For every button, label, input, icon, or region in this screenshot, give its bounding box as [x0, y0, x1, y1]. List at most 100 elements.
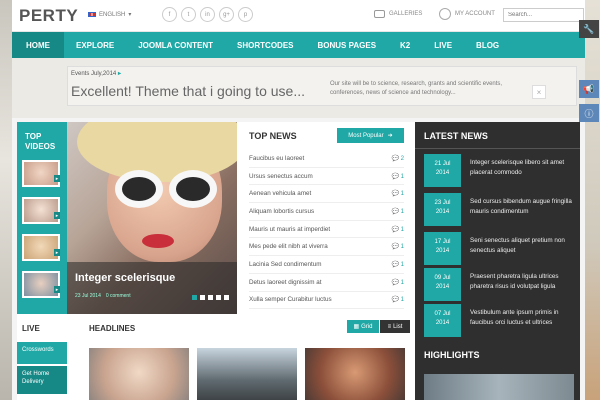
wrench-icon[interactable]: 🔧 [579, 20, 599, 38]
main-content: TOP VIDEOS ▸ ▸ ▸ ▸ Integer scelerisque 2… [17, 122, 580, 400]
info-icon[interactable]: ⓘ [579, 104, 599, 122]
list-item[interactable]: Xulla semper Curabitur luctus 💬 1 [249, 292, 404, 310]
video-thumb[interactable]: ▸ [22, 197, 60, 224]
list-item[interactable]: 07 Jul 2014 Vestibulum ante ipsum primis … [424, 304, 579, 337]
google-plus-icon[interactable]: g+ [219, 7, 234, 22]
highlights-title: HIGHLIGHTS [424, 350, 480, 360]
linkedin-icon[interactable]: in [200, 7, 215, 22]
nav-joomla-content[interactable]: JOOMLA CONTENT [126, 32, 225, 58]
close-icon[interactable]: × [532, 85, 546, 99]
play-arrow-icon: ▸ [54, 175, 60, 182]
page-frame: PERTY ENGLISH ▾ f t in g+ p GALLERIES MY… [12, 0, 585, 400]
nav-bonus-pages[interactable]: BONUS PAGES [306, 32, 389, 58]
nav-explore[interactable]: EXPLORE [64, 32, 126, 58]
facebook-icon[interactable]: f [162, 7, 177, 22]
list-item[interactable]: Mauris ut mauris at imperdiet 💬 1 [249, 221, 404, 239]
live-section: LIVE Crosswords Get Home Delivery [17, 322, 77, 400]
video-thumb[interactable]: ▸ [22, 271, 60, 298]
search-input[interactable] [503, 8, 584, 22]
live-title: LIVE [22, 324, 40, 333]
date-badge: 09 Jul 2014 [424, 268, 461, 301]
divider [415, 148, 580, 149]
nav-home[interactable]: HOME [12, 32, 64, 58]
ticker-description: Our site will be to science, research, g… [330, 81, 503, 96]
live-item-home-delivery[interactable]: Get Home Delivery [17, 366, 67, 394]
ticker-arrow-icon: ▸ [117, 71, 121, 77]
ticker-label: Events July,2014 ▸ [71, 71, 121, 77]
play-arrow-icon: ▸ [54, 286, 60, 293]
date-badge: 07 Jul 2014 [424, 304, 461, 337]
slider-dot[interactable] [200, 295, 205, 300]
pinterest-icon[interactable]: p [238, 7, 253, 22]
account-link[interactable]: MY ACCOUNT [439, 8, 495, 20]
most-popular-button[interactable]: Most Popular ➜ [337, 128, 404, 143]
top-news: TOP NEWS Most Popular ➜ Faucibus eu laore… [245, 122, 408, 314]
account-label: MY ACCOUNT [455, 11, 495, 17]
slider-dot[interactable] [224, 295, 229, 300]
slider-dot[interactable] [208, 295, 213, 300]
feature-image-hair [77, 122, 237, 182]
uk-flag-icon [88, 12, 96, 17]
video-thumb[interactable]: ▸ [22, 234, 60, 261]
latest-news-text: Integer scelerisque libero sit amet plac… [470, 159, 565, 176]
social-links: f t in g+ p [162, 7, 253, 22]
headlines-section: HEADLINES ▦ Grid ≡ List [85, 320, 411, 400]
nav-shortcodes[interactable]: SHORTCODES [225, 32, 305, 58]
grid-view-button[interactable]: ▦ Grid [347, 320, 379, 333]
play-arrow-icon: ▸ [54, 249, 60, 256]
feature-date: 23 Jul 2014 [75, 293, 101, 299]
galleries-link[interactable]: GALLERIES [374, 10, 422, 18]
top-news-list: Faucibus eu laoreet 💬 2 Ursus senectus ac… [249, 150, 404, 310]
slider-dot[interactable] [192, 295, 197, 300]
ticker-title[interactable]: Excellent! Theme that i going to use... [71, 83, 305, 99]
hero-strip: Events July,2014 ▸ Excellent! Theme that… [12, 58, 585, 118]
list-item[interactable]: 09 Jul 2014 Praesent pharetra ligula ultr… [424, 268, 579, 301]
video-thumb[interactable]: ▸ [22, 160, 60, 187]
feature-caption: Integer scelerisque 23 Jul 2014 0 commen… [67, 262, 237, 314]
date-badge: 17 Jul 2014 [424, 232, 461, 265]
date-badge: 21 Jul 2014 [424, 154, 461, 187]
list-item[interactable]: Aenean vehicula amet 💬 1 [249, 185, 404, 204]
list-item[interactable]: Faucibus eu laoreet 💬 2 [249, 150, 404, 168]
date-badge: 23 Jul 2014 [424, 193, 461, 226]
user-icon [439, 8, 451, 20]
list-item[interactable]: 17 Jul 2014 Seni senectus aliquet pretium… [424, 232, 579, 265]
latest-news-text: Vestibulum ante ipsum primis in faucibus… [470, 309, 559, 326]
galleries-label: GALLERIES [389, 11, 423, 17]
headline-image[interactable] [197, 348, 297, 400]
megaphone-icon[interactable]: 📢 [579, 80, 599, 98]
list-item[interactable]: Lacinia Sed condimentum 💬 1 [249, 256, 404, 274]
top-news-title: TOP NEWS [249, 131, 297, 141]
latest-news-title: LATEST NEWS [424, 131, 488, 141]
featured-slider[interactable]: Integer scelerisque 23 Jul 2014 0 commen… [67, 122, 237, 314]
top-videos: TOP VIDEOS ▸ ▸ ▸ ▸ [17, 122, 67, 314]
headline-image[interactable] [305, 348, 405, 400]
list-item[interactable]: Ursus senectus accum 💬 1 [249, 168, 404, 186]
feature-comments: 0 comment [105, 293, 131, 299]
latest-news: LATEST NEWS 21 Jul 2014 Integer scelerisq… [415, 122, 580, 400]
list-item[interactable]: Mes pede elit nibh at viverra 💬 1 [249, 238, 404, 257]
feature-meta: 23 Jul 2014 0 comment [75, 293, 131, 299]
nav-live[interactable]: LIVE [422, 32, 464, 58]
feature-title[interactable]: Integer scelerisque [75, 272, 175, 284]
list-view-button[interactable]: ≡ List [380, 320, 410, 333]
slider-dot[interactable] [216, 295, 221, 300]
list-item[interactable]: 21 Jul 2014 Integer scelerisque libero si… [424, 154, 579, 187]
twitter-icon[interactable]: t [181, 7, 196, 22]
nav-k2[interactable]: K2 [388, 32, 422, 58]
language-selector[interactable]: ENGLISH ▾ [88, 11, 131, 18]
highlights-image[interactable] [424, 374, 574, 400]
site-logo[interactable]: PERTY [19, 6, 78, 26]
top-bar: PERTY ENGLISH ▾ f t in g+ p GALLERIES MY… [12, 0, 585, 32]
list-item[interactable]: Aliquam lobortis cursus 💬 1 [249, 203, 404, 221]
latest-news-text: Seni senectus aliquet pretium non senect… [470, 237, 565, 254]
list-item[interactable]: 23 Jul 2014 Sed cursus bibendum augue fri… [424, 193, 579, 226]
headline-image[interactable] [89, 348, 189, 400]
circle-arrow-icon: ➜ [387, 133, 393, 139]
sunglasses-right [169, 170, 217, 208]
nav-blog[interactable]: BLOG [464, 32, 511, 58]
latest-news-text: Praesent pharetra ligula ultrices pharet… [470, 273, 559, 290]
live-item-crosswords[interactable]: Crosswords [17, 342, 67, 364]
list-item[interactable]: Detus laoreet dignissim at 💬 1 [249, 274, 404, 292]
feature-lips [142, 234, 174, 248]
